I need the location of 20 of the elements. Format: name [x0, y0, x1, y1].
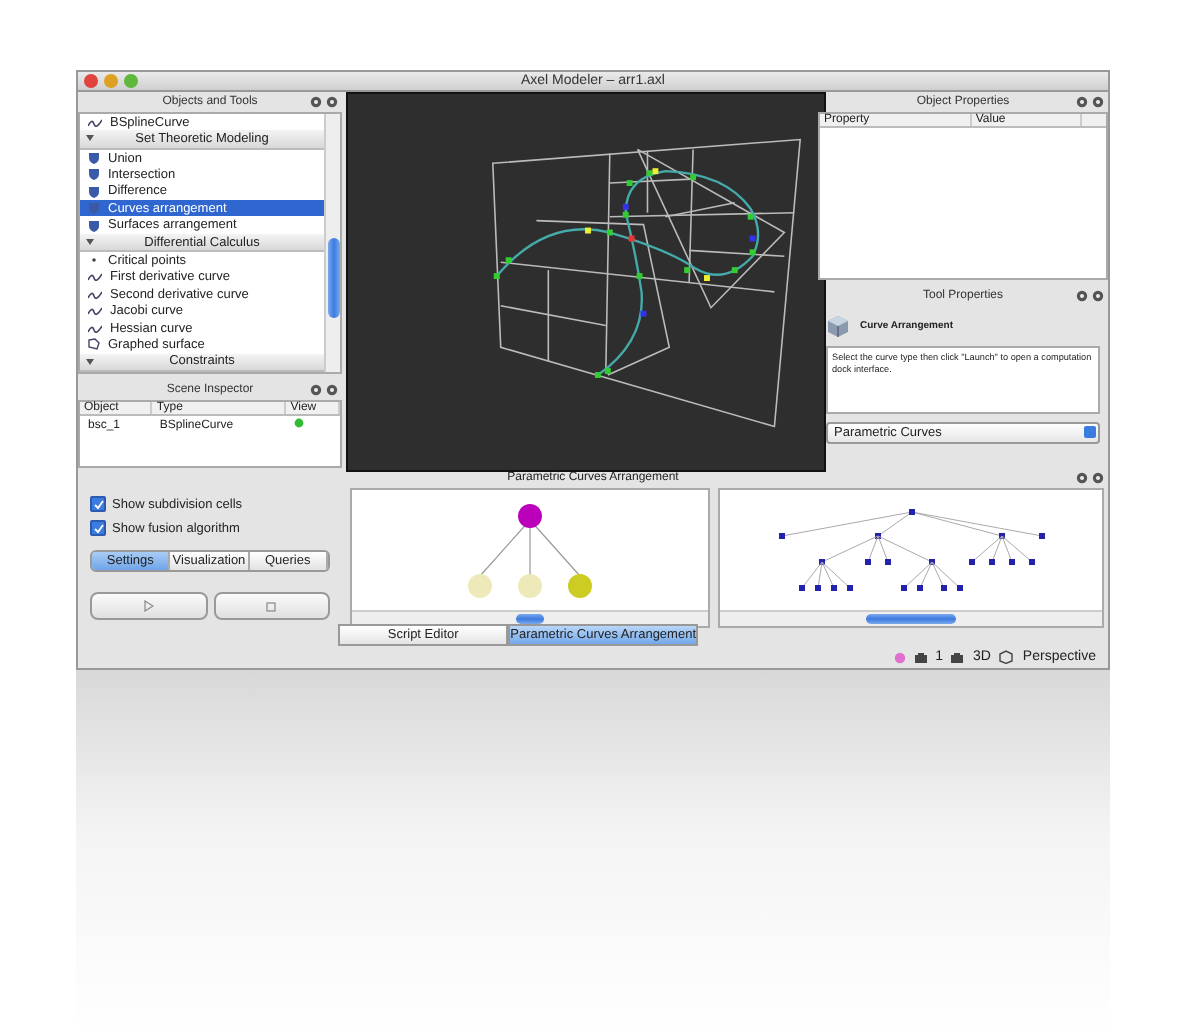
checkbox[interactable] [90, 520, 106, 536]
graph-drawing [468, 503, 592, 597]
3d-viewport[interactable] [346, 92, 826, 472]
disclosure-icon[interactable] [86, 134, 94, 143]
stop-icon [266, 601, 277, 611]
visibility-icon[interactable] [293, 418, 304, 428]
curve-icon [88, 117, 102, 128]
horizontal-scrollbar[interactable] [720, 610, 1102, 626]
stop-button[interactable] [213, 592, 330, 620]
camera-icon[interactable] [950, 651, 965, 663]
play-icon [143, 600, 154, 612]
camera-icon[interactable] [913, 651, 928, 663]
surface-icon [88, 338, 100, 351]
dot-icon [88, 254, 100, 267]
disclosure-icon[interactable] [86, 237, 94, 246]
dot-icon [893, 651, 906, 663]
checkbox[interactable] [90, 496, 106, 512]
scrollbar[interactable] [324, 114, 340, 372]
play-button[interactable] [90, 592, 207, 620]
disclosure-icon[interactable] [86, 357, 94, 366]
